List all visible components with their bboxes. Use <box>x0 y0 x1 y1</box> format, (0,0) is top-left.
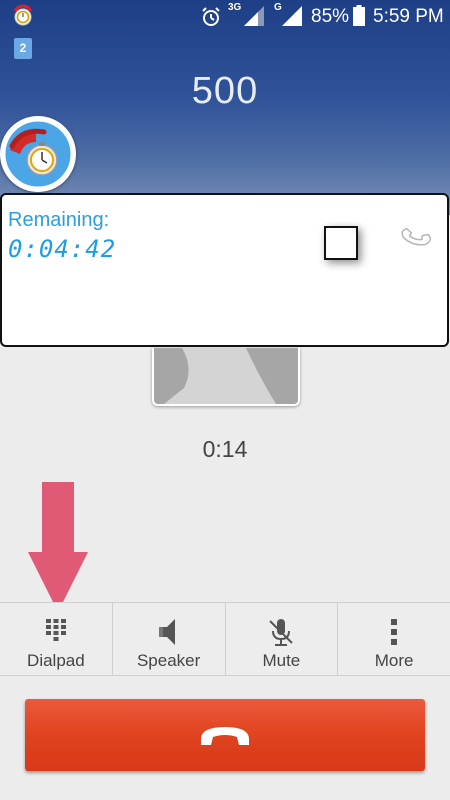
speaker-label: Speaker <box>136 651 201 670</box>
end-call-button[interactable] <box>25 699 425 771</box>
dialpad-label: Dialpad <box>27 651 85 670</box>
phone-icon[interactable] <box>400 221 432 253</box>
mute-mic-icon <box>269 619 294 646</box>
notification-badge: 2 <box>14 38 32 59</box>
caller-number: 500 <box>191 70 259 112</box>
status-bar: 3G G 85% 5:59 PM <box>0 0 450 34</box>
speaker-icon <box>158 619 175 645</box>
contact-silhouette-icon <box>154 348 298 404</box>
contact-photo <box>152 348 300 406</box>
mute-label: Mute <box>262 651 301 670</box>
call-duration: 0:14 <box>202 436 248 462</box>
network-type-label: G <box>274 2 282 13</box>
red-arrow-annotation <box>28 482 88 612</box>
remaining-time-value: 0:04:42 <box>8 235 117 263</box>
more-label: More <box>374 651 414 670</box>
remaining-label: Remaining: <box>8 209 110 231</box>
call-timer-app-icon <box>13 4 33 26</box>
end-call-icon <box>201 727 249 745</box>
more-vertical-icon <box>391 619 398 645</box>
call-timer-icon <box>2 118 74 190</box>
call-timer-app-icon[interactable] <box>0 116 76 192</box>
overlay-checkbox[interactable] <box>324 226 358 260</box>
dialpad-button[interactable]: Dialpad <box>0 603 113 675</box>
signal-icon <box>282 6 302 26</box>
signal-icon <box>244 6 264 26</box>
speaker-button[interactable]: Speaker <box>113 603 226 675</box>
alarm-icon <box>202 7 220 26</box>
battery-icon <box>353 5 365 26</box>
dialpad-icon <box>45 619 66 641</box>
network-type-label: 3G <box>228 2 242 13</box>
call-controls-bar: Dialpad Speaker Mute More <box>0 602 450 676</box>
remaining-time-panel: Remaining: 0:04:42 <box>0 193 449 347</box>
battery-percent: 85% <box>311 6 350 27</box>
clock: 5:59 PM <box>373 6 444 27</box>
more-button[interactable]: More <box>338 603 450 675</box>
mute-button[interactable]: Mute <box>226 603 339 675</box>
